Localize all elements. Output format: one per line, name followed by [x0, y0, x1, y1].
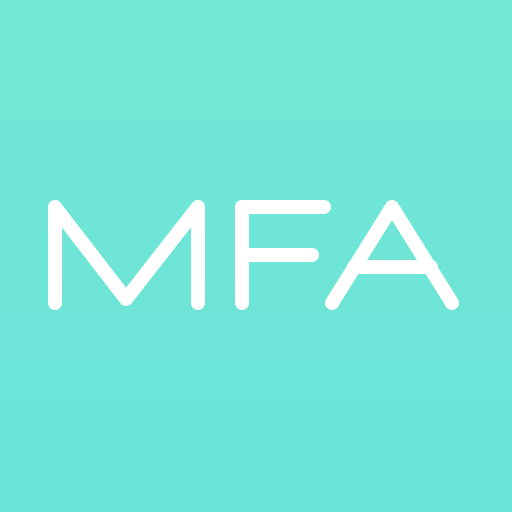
app-icon: MFA: [0, 0, 512, 512]
mfa-logo-wordmark: [48, 200, 459, 310]
letter-f: [235, 200, 331, 310]
letter-m: [48, 200, 205, 310]
letter-a: [325, 200, 459, 310]
